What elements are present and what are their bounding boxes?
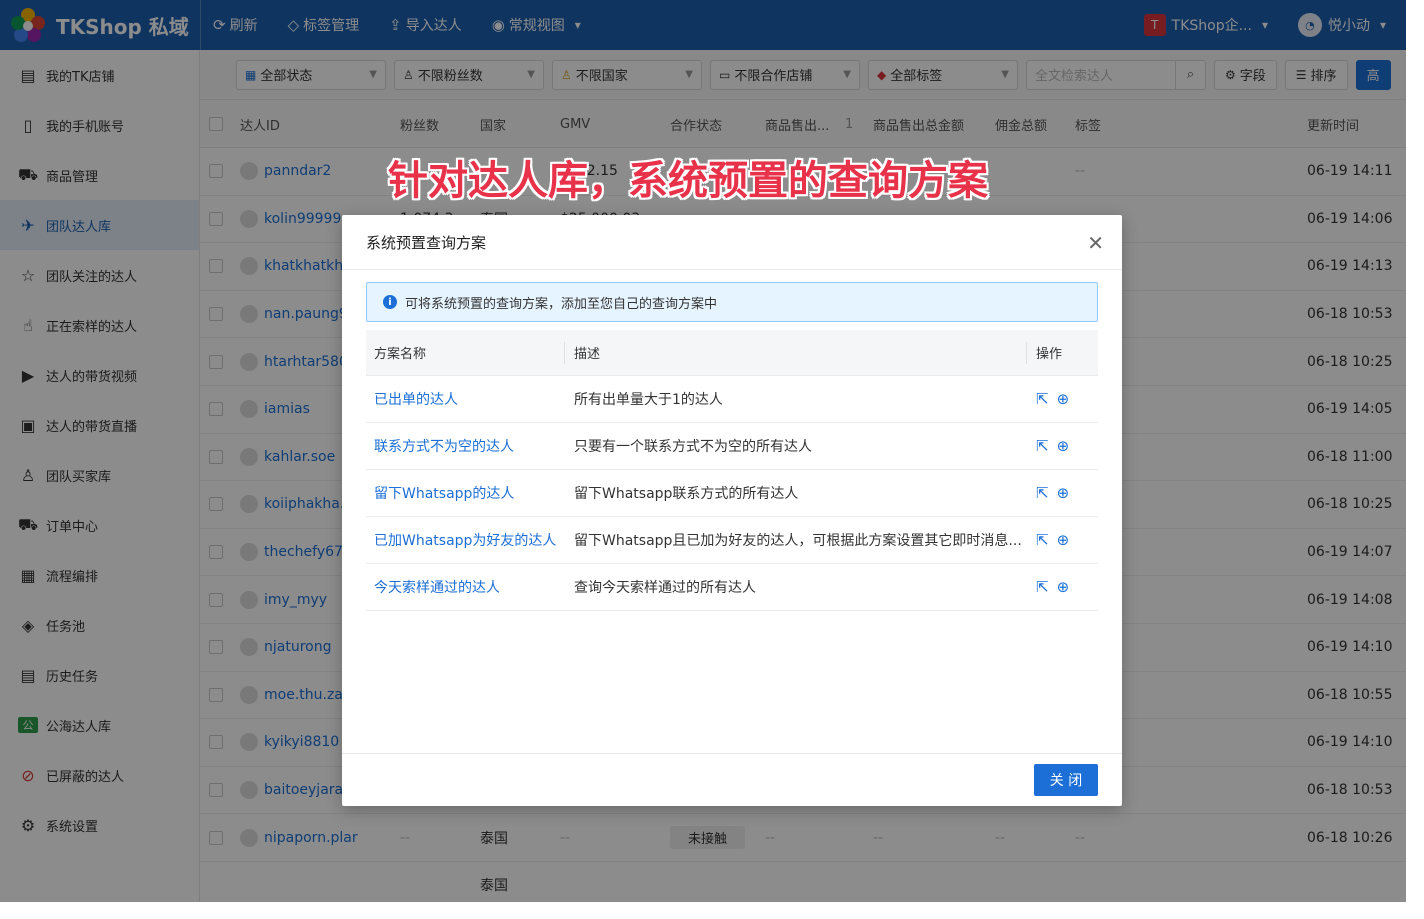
col-plan-name: 方案名称 <box>374 347 427 362</box>
preset-row: 已加Whatsapp为好友的达人 留下Whatsapp且已加为好友的达人，可根据此… <box>366 517 1098 564</box>
modal-title: 系统预置查询方案 <box>342 215 1122 270</box>
app-window: TKShop 私域 ⟳ 刷新 ◇ 标签管理 ⇪ 导入达人 ◉ 常规视图 ▾ T … <box>0 0 1406 902</box>
open-external-icon[interactable]: ⇱ <box>1036 390 1049 408</box>
preset-name-link[interactable]: 已加Whatsapp为好友的达人 <box>374 530 556 550</box>
col-description: 描述 <box>574 347 601 362</box>
preset-name-link[interactable]: 留下Whatsapp的达人 <box>374 483 514 503</box>
open-external-icon[interactable]: ⇱ <box>1036 484 1049 502</box>
info-alert: i 可将系统预置的查询方案，添加至您自己的查询方案中 <box>366 282 1098 322</box>
preset-row: 联系方式不为空的达人 只要有一个联系方式不为空的所有达人 ⇱ ⊕ <box>366 423 1098 470</box>
col-actions: 操作 <box>1036 347 1063 362</box>
preset-description: 留下Whatsapp且已加为好友的达人，可根据此方案设置其它即时消息... <box>574 533 1022 549</box>
preset-query-modal: 系统预置查询方案 ✕ i 可将系统预置的查询方案，添加至您自己的查询方案中 方案… <box>342 215 1122 806</box>
preset-description: 留下Whatsapp联系方式的所有达人 <box>574 486 799 502</box>
preset-description: 查询今天索样通过的所有达人 <box>574 580 756 596</box>
preset-name-link[interactable]: 联系方式不为空的达人 <box>374 436 514 456</box>
preset-row: 已出单的达人 所有出单量大于1的达人 ⇱ ⊕ <box>366 376 1098 423</box>
open-external-icon[interactable]: ⇱ <box>1036 437 1049 455</box>
preset-description: 所有出单量大于1的达人 <box>574 392 723 408</box>
modal-footer: 关 闭 <box>342 753 1122 806</box>
add-circle-icon[interactable]: ⊕ <box>1057 578 1070 596</box>
preset-name-link[interactable]: 已出单的达人 <box>374 389 458 409</box>
add-circle-icon[interactable]: ⊕ <box>1057 437 1070 455</box>
preset-table: 方案名称 描述 操作 已出单的达人 所有出单量大于1的达人 ⇱ ⊕ 联系方式不为空的达人… <box>366 330 1098 611</box>
preset-table-header: 方案名称 描述 操作 <box>366 330 1098 376</box>
preset-name-link[interactable]: 今天索样通过的达人 <box>374 577 500 597</box>
preset-description: 只要有一个联系方式不为空的所有达人 <box>574 439 812 455</box>
preset-row: 今天索样通过的达人 查询今天索样通过的所有达人 ⇱ ⊕ <box>366 564 1098 611</box>
close-button[interactable]: 关 闭 <box>1034 764 1098 796</box>
close-icon[interactable]: ✕ <box>1087 231 1104 255</box>
open-external-icon[interactable]: ⇱ <box>1036 578 1049 596</box>
add-circle-icon[interactable]: ⊕ <box>1057 484 1070 502</box>
add-circle-icon[interactable]: ⊕ <box>1057 390 1070 408</box>
add-circle-icon[interactable]: ⊕ <box>1057 531 1070 549</box>
preset-row: 留下Whatsapp的达人 留下Whatsapp联系方式的所有达人 ⇱ ⊕ <box>366 470 1098 517</box>
info-icon: i <box>383 295 397 309</box>
annotation-caption: 针对达人库，系统预置的查询方案 <box>388 158 988 204</box>
open-external-icon[interactable]: ⇱ <box>1036 531 1049 549</box>
